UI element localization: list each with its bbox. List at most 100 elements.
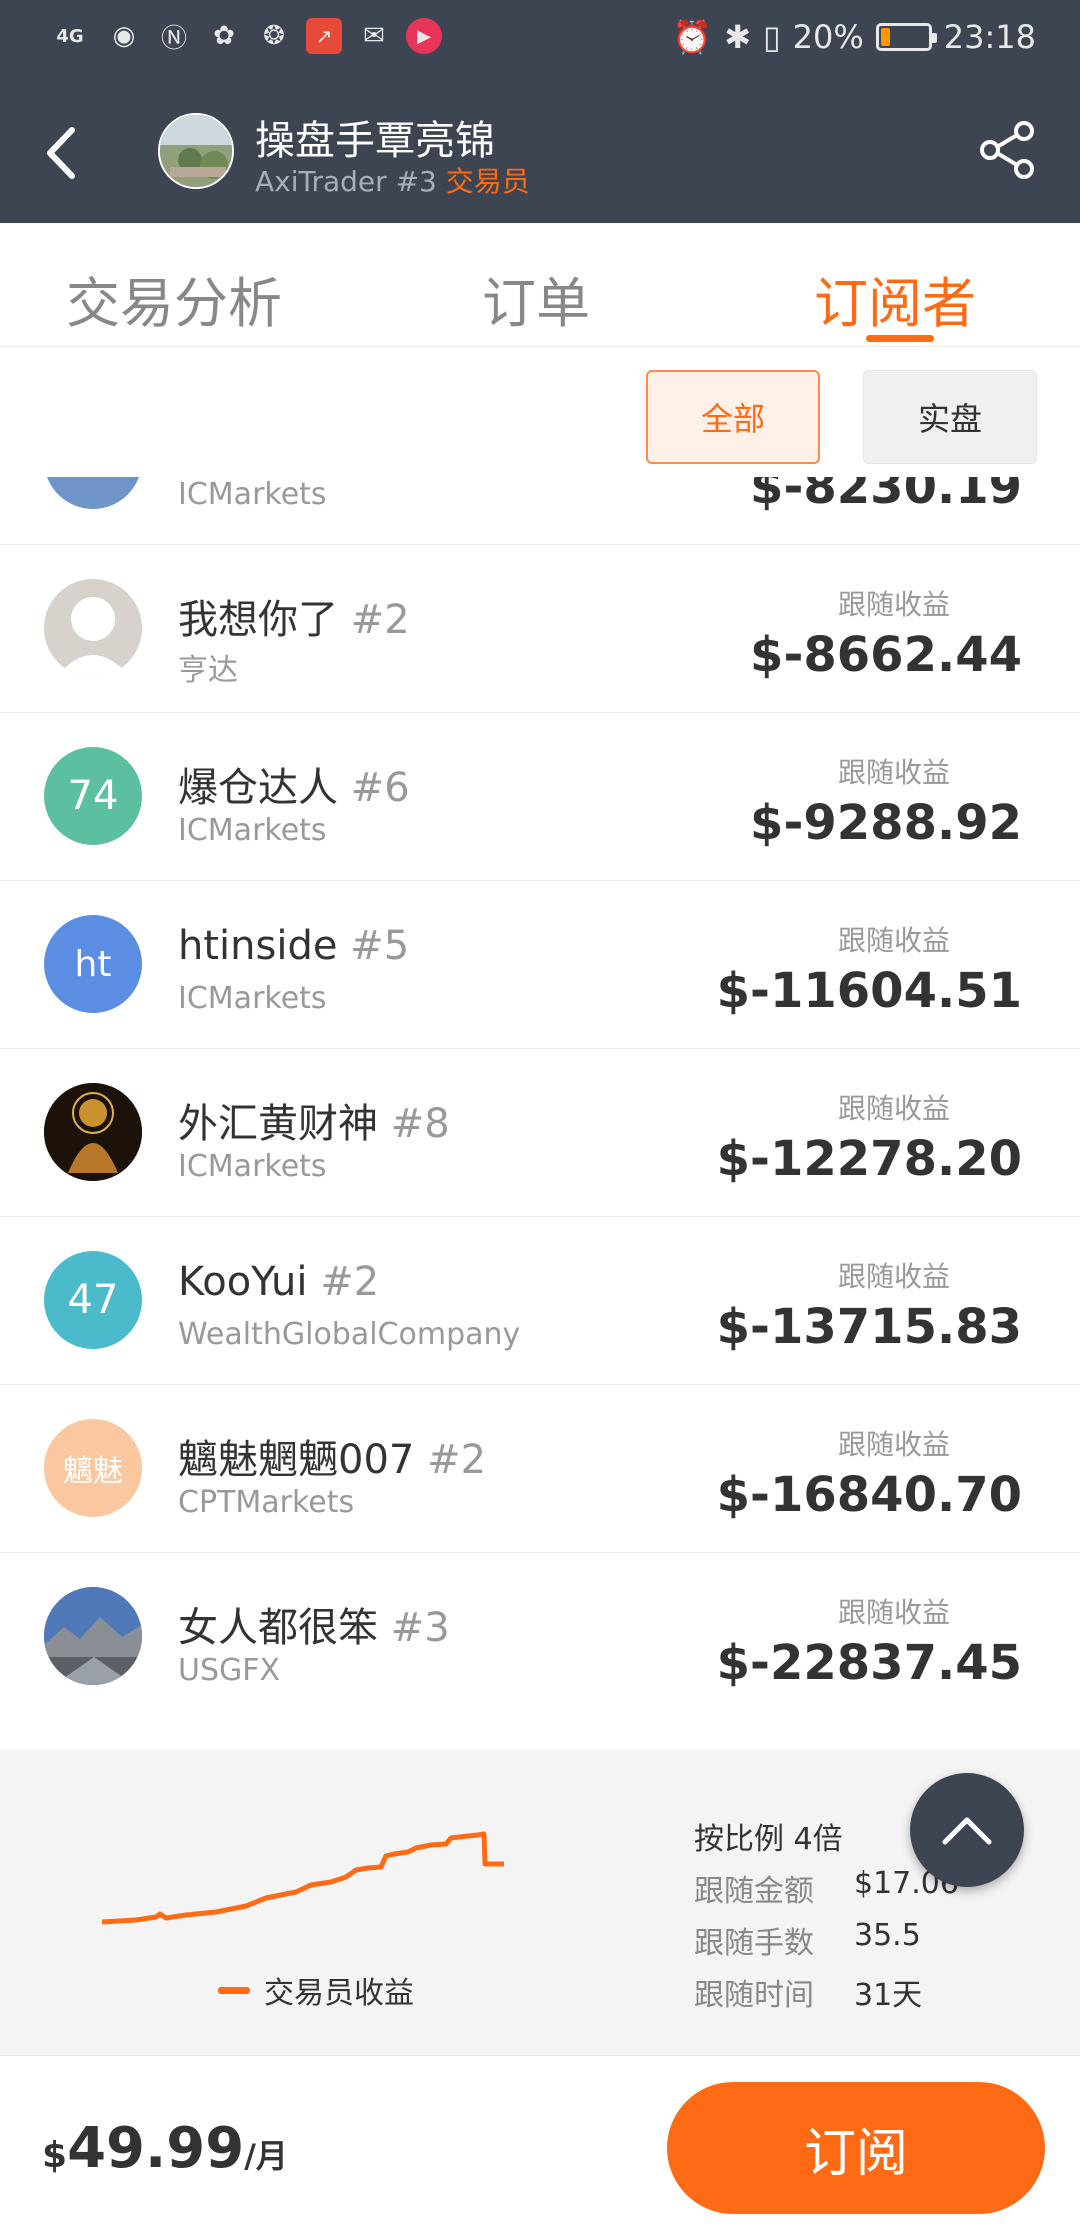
tab-orders[interactable]: 订单 — [482, 259, 590, 338]
list-item[interactable]: 我想你了 #2 亨达 跟随收益 $-8662.44 — [0, 545, 1080, 713]
tab-trade-analysis[interactable]: 交易分析 — [66, 259, 282, 338]
app-icon: ✿ — [213, 21, 235, 51]
rank-text: #2 — [350, 597, 410, 643]
app-icon: ❂ — [263, 21, 285, 51]
status-left-icons: 4G ◉ Ⓝ ✿ ❂ ↗ ✉ ▶ — [48, 18, 442, 54]
profit-value: $-22837.45 — [716, 1635, 1022, 1691]
price-currency: $ — [42, 2135, 68, 2176]
list-item[interactable]: 47 KooYui #2 WealthGlobalCompany 跟随收益 $-… — [0, 1217, 1080, 1385]
rank-text: #2 — [320, 1259, 380, 1305]
name-text: 女人都很笨 — [178, 1605, 378, 1651]
broker-name: CPTMarkets — [178, 1485, 355, 1520]
battery-icon — [875, 23, 937, 51]
active-tab-indicator — [866, 335, 934, 342]
list-item[interactable]: ht htinside #5 ICMarkets 跟随收益 $-11604.51 — [0, 881, 1080, 1049]
profit-label: 跟随收益 — [838, 1092, 951, 1125]
app-header: 4G ◉ Ⓝ ✿ ❂ ↗ ✉ ▶ ⏰ ✱ ▯ 20% 23:18 操盘手覃亮锦 … — [0, 0, 1080, 223]
battery-percent: 20% — [792, 18, 864, 56]
broker-name: ICMarkets — [178, 813, 327, 848]
vibrate-icon: ▯ — [763, 18, 781, 56]
profit-label: 跟随收益 — [838, 1596, 951, 1629]
status-bar: 4G ◉ Ⓝ ✿ ❂ ↗ ✉ ▶ ⏰ ✱ ▯ 20% 23:18 — [0, 0, 1080, 80]
trader-avatar[interactable] — [158, 113, 234, 189]
subscribe-bar: $49.99/月 订阅 — [0, 2056, 1080, 2240]
rank-text: #8 — [390, 1101, 450, 1147]
profit-value: $-13715.83 — [716, 1299, 1022, 1355]
tab-bar: 交易分析 订单 订阅者 — [0, 223, 1080, 347]
filter-real-button[interactable]: 实盘 — [863, 370, 1037, 464]
avatar: 74 — [44, 747, 142, 845]
name-text: 外汇黄财神 — [178, 1101, 378, 1147]
subscriber-name: 我想你了 #2 — [178, 587, 410, 645]
battery-fill — [880, 28, 890, 46]
avatar — [44, 1083, 142, 1181]
avatar: 魑魅 — [44, 1419, 142, 1517]
rank-text: #6 — [350, 765, 410, 811]
list-item[interactable]: 41 ICMarkets $-8230.19 — [0, 477, 1080, 545]
profit-label: 跟随收益 — [838, 1428, 951, 1461]
scroll-to-top-button[interactable] — [910, 1773, 1024, 1887]
avatar — [44, 1587, 142, 1685]
profit-value: $-11604.51 — [716, 963, 1022, 1019]
stat-label: 跟随时间 — [694, 1978, 814, 2013]
follow-summary: 交易员收益 按比例 4倍 跟随金额 $17.06 跟随手数 35.5 跟随时间 … — [0, 1750, 1080, 2056]
subscribe-button[interactable]: 订阅 — [667, 2082, 1045, 2214]
rank-text: #5 — [350, 923, 410, 969]
subscriber-name: 爆仓达人 #6 — [178, 755, 410, 813]
avatar: 47 — [44, 1251, 142, 1349]
subscriber-list[interactable]: 41 ICMarkets $-8230.19 我想你了 #2 亨达 跟随收益 $… — [0, 477, 1080, 1750]
broker-name: 亨达 — [178, 653, 238, 688]
broker-name: USGFX — [178, 1653, 281, 1688]
stat-follow-lots: 跟随手数 35.5 — [694, 1918, 921, 1962]
avatar — [44, 579, 142, 677]
avatar-image — [44, 1587, 142, 1685]
signal-icon: 4G — [56, 25, 84, 47]
stat-label: 跟随金额 — [694, 1874, 814, 1909]
filter-bar: 全部 实盘 — [0, 347, 1080, 477]
profit-value: $-8662.44 — [750, 627, 1022, 683]
profit-label: 跟随收益 — [838, 1260, 951, 1293]
subscription-price: $49.99/月 — [42, 2116, 288, 2181]
avatar: ht — [44, 915, 142, 1013]
stat-label: 跟随手数 — [694, 1926, 814, 1961]
subscriber-name: 女人都很笨 #3 — [178, 1595, 450, 1653]
stat-value: 31天 — [854, 1978, 923, 2013]
profit-value: $-8230.19 — [750, 477, 1022, 515]
profit-label: 跟随收益 — [838, 588, 951, 621]
stock-app-icon: ↗ — [306, 18, 342, 54]
tab-subscribers[interactable]: 订阅者 — [814, 259, 976, 338]
status-right-icons: ⏰ ✱ ▯ 20% 23:18 — [672, 18, 1036, 56]
filter-all-button[interactable]: 全部 — [646, 370, 820, 464]
bluetooth-icon: ✱ — [724, 18, 752, 56]
trader-avatar-image — [160, 115, 232, 187]
list-item[interactable]: 女人都很笨 #3 USGFX 跟随收益 $-22837.45 — [0, 1553, 1080, 1721]
name-text: KooYui — [178, 1259, 308, 1305]
wechat-icon: ✉ — [363, 21, 385, 51]
price-amount: 49.99 — [67, 2116, 245, 2181]
rank-text: #3 — [390, 1605, 450, 1651]
subscriber-name: htinside #5 — [178, 923, 409, 969]
nfc-icon: Ⓝ — [160, 23, 187, 54]
subscriber-name: 魑魅魍魉007 #2 — [178, 1427, 486, 1485]
list-item[interactable]: 74 爆仓达人 #6 ICMarkets 跟随收益 $-9288.92 — [0, 713, 1080, 881]
profit-value: $-16840.70 — [716, 1467, 1022, 1523]
list-item[interactable]: 魑魅 魑魅魍魉007 #2 CPTMarkets 跟随收益 $-16840.70 — [0, 1385, 1080, 1553]
profit-value: $-12278.20 — [716, 1131, 1022, 1187]
name-text: 魑魅魍魉007 — [178, 1437, 415, 1483]
default-user-icon — [56, 597, 130, 677]
stat-value: 35.5 — [854, 1918, 921, 1953]
stat-follow-time: 跟随时间 31天 — [694, 1970, 922, 2014]
subscriber-name: KooYui #2 — [178, 1259, 379, 1305]
list-item[interactable]: 外汇黄财神 #8 ICMarkets 跟随收益 $-12278.20 — [0, 1049, 1080, 1217]
share-icon[interactable] — [976, 118, 1040, 182]
profit-label: 跟随收益 — [838, 924, 951, 957]
back-arrow-icon[interactable] — [40, 118, 84, 188]
broker-name: ICMarkets — [178, 1149, 327, 1184]
profit-label: 跟随收益 — [838, 756, 951, 789]
chevron-up-icon — [942, 1817, 992, 1845]
trader-role: 交易员 — [445, 165, 530, 198]
price-period: /月 — [244, 2137, 288, 2175]
music-app-icon: ▶ — [406, 18, 442, 54]
broker-name: ICMarkets — [178, 477, 327, 512]
broker-name: ICMarkets — [178, 981, 327, 1016]
